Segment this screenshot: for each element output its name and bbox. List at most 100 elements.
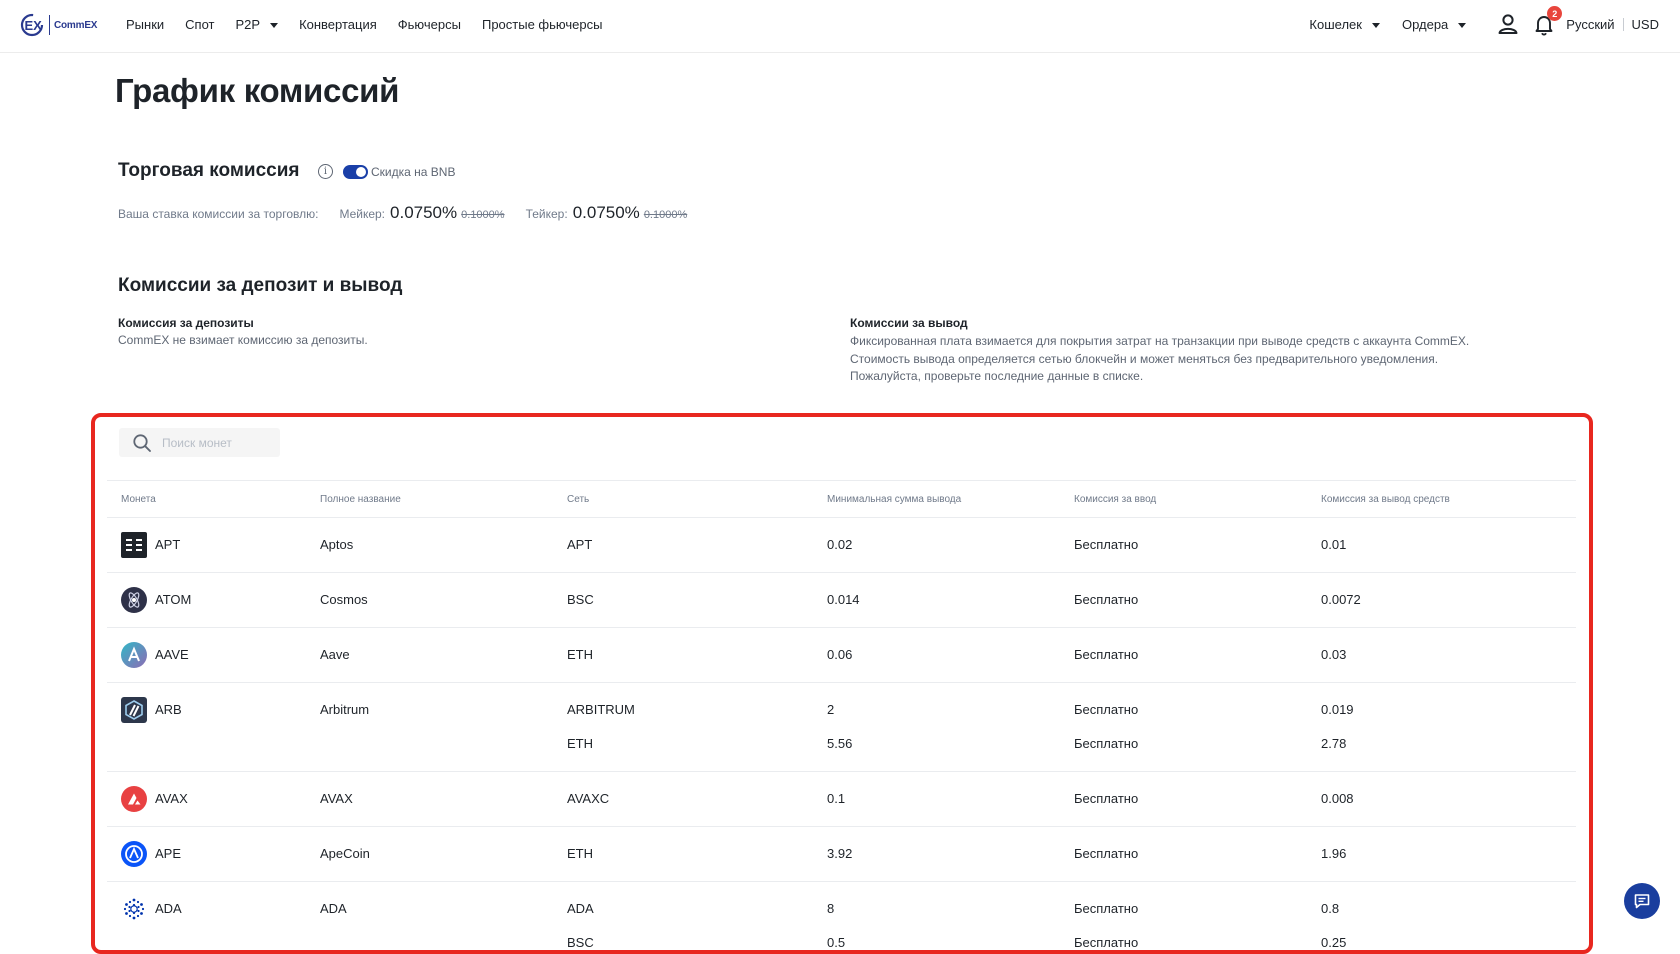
network-name: AVAXC	[567, 791, 610, 806]
nav-spot[interactable]: Спот	[185, 17, 214, 32]
min-withdraw-amount: 0.1	[827, 791, 846, 806]
min-withdraw-amount: 2	[827, 702, 835, 717]
cardano-icon	[121, 896, 147, 922]
apecoin-icon	[121, 841, 147, 867]
nav-convert[interactable]: Конвертация	[299, 17, 377, 32]
coin-symbol: APT	[155, 537, 181, 552]
table-row: ATOM Cosmos BSC 0.014 Бесплатно 0.0072	[107, 573, 1576, 628]
coin-symbol: ADA	[155, 901, 182, 916]
notification-count-badge: 2	[1547, 6, 1563, 21]
chevron-down-icon	[1371, 22, 1380, 28]
language-selector[interactable]: Русский	[1566, 17, 1614, 32]
deposit-fee-value: Бесплатно	[1074, 592, 1139, 607]
nav-markets[interactable]: Рынки	[126, 17, 164, 32]
logo-text: CommEX	[54, 19, 98, 31]
min-withdraw-amount: 0.014	[827, 592, 860, 607]
withdraw-fee-line: Стоимость вывода определяется сетью блок…	[850, 351, 1439, 366]
table-row: AVAX AVAX AVAXC 0.1 Бесплатно 0.008	[107, 772, 1576, 827]
avalanche-icon	[121, 786, 147, 812]
trading-fee-title: Торговая комиссия	[118, 160, 300, 181]
deposit-fee-value: Бесплатно	[1074, 736, 1139, 751]
coin-symbol: AVAX	[155, 791, 188, 806]
user-account-icon[interactable]	[1496, 12, 1520, 36]
nav-futures[interactable]: Фьючерсы	[398, 17, 461, 32]
chat-icon	[1634, 894, 1650, 909]
table-row: APE ApeCoin ETH 3.92 Бесплатно 1.96	[107, 827, 1576, 882]
info-icon[interactable]: i	[318, 164, 333, 179]
main-nav: Рынки Спот P2P Конвертация Фьючерсы Прос…	[126, 0, 623, 48]
taker-rate: 0.0750%	[572, 203, 640, 222]
deposit-fee-value: Бесплатно	[1074, 702, 1139, 717]
header-right-menu: Кошелек Ордера 2 Русский USD	[1309, 0, 1680, 48]
rate-label: Ваша ставка комиссии за торговлю:	[118, 207, 319, 221]
coin-full-name: Arbitrum	[320, 702, 370, 717]
orders-menu[interactable]: Ордера	[1401, 16, 1467, 32]
withdraw-fee-line: Пожалуйста, проверьте последние данные в…	[850, 369, 1144, 383]
commex-logo[interactable]: EX CommEX	[20, 11, 97, 39]
fee-table-body: APT Aptos APT 0.02 Бесплатно 0.01 ATOM Cosmos BS…	[107, 518, 1576, 950]
column-header-coin: Монета	[121, 494, 156, 505]
column-header-deposit-fee: Комиссия за ввод	[1074, 494, 1157, 505]
withdraw-fee-value: 0.03	[1321, 647, 1347, 662]
maker-old-rate: 0.1000%	[461, 209, 505, 221]
deposit-fee-value: Бесплатно	[1074, 791, 1139, 806]
deposit-fee-text: CommEX не взимает комиссию за депозиты.	[118, 333, 368, 347]
deposit-fee-value: Бесплатно	[1074, 537, 1139, 552]
taker-label: Тейкер:	[525, 207, 568, 221]
network-name: ARBITRUM	[567, 702, 635, 717]
withdraw-fee-value: 2.78	[1321, 736, 1347, 751]
deposit-fee-value: Бесплатно	[1074, 901, 1139, 916]
table-row: APT Aptos APT 0.02 Бесплатно 0.01	[107, 518, 1576, 573]
page-title: График комиссий	[115, 72, 400, 109]
network-name: ETH	[567, 647, 593, 662]
svg-text:EX: EX	[25, 18, 43, 33]
withdraw-fee-value: 0.0072	[1321, 592, 1361, 607]
coin-full-name: Aptos	[320, 537, 354, 552]
language-currency-divider	[1622, 17, 1624, 31]
table-header: Монета Полное название Сеть Минимальная …	[107, 480, 1576, 518]
withdraw-fee-value: 0.8	[1321, 901, 1340, 916]
coin-search-input[interactable]	[162, 435, 272, 450]
network-name: ADA	[567, 901, 594, 916]
taker-old-rate: 0.1000%	[643, 209, 688, 221]
coin-full-name: Cosmos	[320, 592, 368, 607]
logo-divider	[49, 15, 50, 35]
maker-label: Мейкер:	[339, 207, 386, 221]
notifications-bell-icon[interactable]: 2	[1532, 6, 1563, 36]
coin-full-name: AVAX	[320, 791, 353, 806]
network-name: BSC	[567, 592, 594, 607]
min-withdraw-amount: 3.92	[827, 846, 853, 861]
table-row: ARB Arbitrum ARBITRUM 2 Бесплатно 0.019 ETH 5.5…	[107, 683, 1576, 772]
withdraw-fee-line: Фиксированная плата взимается для покрыт…	[850, 334, 1470, 348]
coin-search[interactable]	[119, 428, 280, 457]
currency-selector[interactable]: USD	[1632, 17, 1659, 32]
search-icon	[133, 433, 151, 452]
fee-table-panel: Монета Полное название Сеть Минимальная …	[91, 413, 1593, 954]
network-name: APT	[567, 537, 593, 552]
orders-label: Ордера	[1401, 16, 1449, 32]
bnb-discount-toggle[interactable]	[343, 165, 368, 179]
network-name: BSC	[567, 935, 594, 950]
withdraw-fee-value: 0.25	[1321, 935, 1347, 950]
coin-symbol: ATOM	[155, 592, 192, 607]
min-withdraw-amount: 0.02	[827, 537, 853, 552]
nav-simple-futures[interactable]: Простые фьючерсы	[482, 17, 602, 32]
deposit-fee-value: Бесплатно	[1074, 935, 1139, 950]
wallet-menu[interactable]: Кошелек	[1309, 17, 1380, 32]
table-row: ADA ADA ADA 8 Бесплатно 0.8 BSC 0.5 Бесплатно 0.2…	[107, 882, 1576, 950]
coin-full-name: Aave	[320, 647, 350, 662]
nav-p2p[interactable]: P2P	[235, 17, 279, 32]
arbitrum-icon	[121, 697, 147, 723]
withdraw-fee-text: Фиксированная плата взимается для покрыт…	[850, 333, 1469, 386]
deposit-fee-value: Бесплатно	[1074, 846, 1139, 861]
table-row: AAVE Aave ETH 0.06 Бесплатно 0.03	[107, 628, 1576, 683]
commex-logo-mark: EX	[20, 13, 44, 37]
withdraw-fee-value: 0.019	[1321, 702, 1354, 717]
support-chat-button[interactable]	[1624, 883, 1660, 919]
chevron-down-icon	[1458, 22, 1467, 28]
network-name: ETH	[567, 846, 593, 861]
min-withdraw-amount: 0.5	[827, 935, 846, 950]
deposit-withdraw-fees-title: Комиссии за депозит и вывод	[118, 275, 403, 296]
withdraw-fee-value: 1.96	[1321, 846, 1347, 861]
withdraw-fee-title: Комиссии за вывод	[850, 316, 968, 330]
